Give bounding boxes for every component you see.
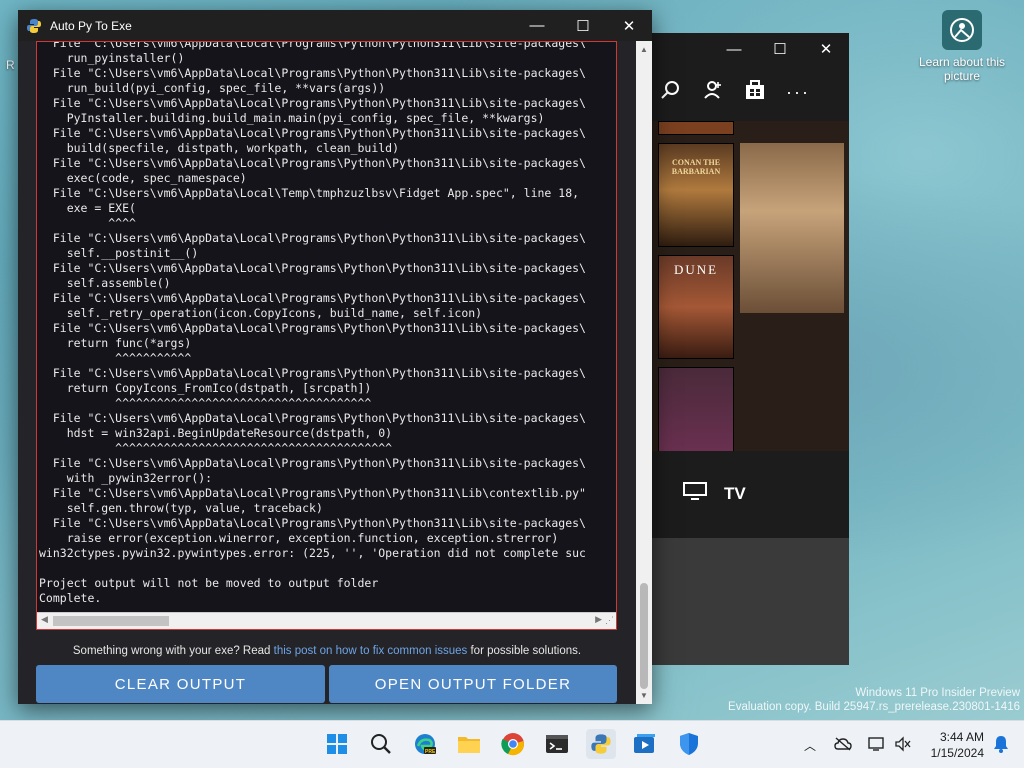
tv-search-icon[interactable] xyxy=(660,79,682,106)
window-title: Auto Py To Exe xyxy=(50,18,132,33)
start-icon[interactable] xyxy=(322,729,352,759)
tv-category-label: TV xyxy=(724,483,746,503)
show-poster-office[interactable] xyxy=(740,143,844,313)
terminal-icon[interactable] xyxy=(542,729,572,759)
movie-poster-bottom[interactable] xyxy=(658,367,734,451)
poster-title-dune: DUNE xyxy=(673,262,719,277)
taskbar-clock[interactable]: 3:44 AM 1/15/2024 xyxy=(931,729,984,761)
close-button[interactable]: ✕ xyxy=(606,10,652,41)
clock-time: 3:44 AM xyxy=(939,730,984,744)
movie-poster-dune[interactable]: DUNE xyxy=(658,255,734,359)
volume-muted-icon[interactable] xyxy=(894,735,912,755)
window-vertical-scrollbar[interactable]: ▲ ▼ xyxy=(636,41,652,704)
scroll-left-arrow-icon[interactable]: ◀ xyxy=(41,614,48,625)
console-horizontal-scrollbar[interactable]: ◀ ▶ ⋰ xyxy=(37,612,616,629)
tv-toolbar: ··· xyxy=(652,65,849,120)
clock-date: 1/15/2024 xyxy=(930,746,984,760)
open-output-folder-button[interactable]: OPEN OUTPUT FOLDER xyxy=(329,665,617,703)
python-app-icon xyxy=(27,18,41,33)
network-icon[interactable] xyxy=(868,736,886,755)
resize-grip-icon[interactable]: ⋰ xyxy=(605,615,614,626)
clear-output-button[interactable]: CLEAR OUTPUT xyxy=(36,665,325,703)
python-icon[interactable] xyxy=(586,729,616,759)
file-explorer-icon[interactable] xyxy=(454,729,484,759)
output-console[interactable]: File "C:\Users\vm6\AppData\Local\Program… xyxy=(36,41,617,630)
tv-monitor-icon xyxy=(682,481,708,506)
movie-poster-top[interactable] xyxy=(658,121,734,135)
notification-bell-icon[interactable] xyxy=(986,729,1016,759)
tv-window-titlebar[interactable]: — ☐ ✕ xyxy=(652,33,849,65)
taskbar: PRE ︿ 3:44 AM 1/15/2024 xyxy=(0,720,1024,768)
edge-icon[interactable]: PRE xyxy=(410,729,440,759)
scroll-right-arrow-icon[interactable]: ▶ xyxy=(595,614,602,625)
learn-about-picture-icon xyxy=(942,10,982,50)
horizontal-scroll-thumb[interactable] xyxy=(53,616,169,626)
system-tray: ︿ xyxy=(804,721,912,768)
fix-common-issues-link[interactable]: this post on how to fix common issues xyxy=(274,645,468,657)
watermark-line-1: Windows 11 Pro Insider Preview xyxy=(855,687,1020,699)
tv-category-row[interactable]: TV xyxy=(682,481,746,506)
learn-about-picture-shortcut[interactable]: Learn about this picture xyxy=(912,10,1012,83)
background-tv-window[interactable]: — ☐ ✕ ··· CONAN THE BARBARIAN DUNE TV xyxy=(652,33,849,665)
desktop-partial-label: R xyxy=(6,58,15,72)
help-suffix: for possible solutions. xyxy=(467,645,582,657)
cloud-offline-icon[interactable] xyxy=(834,736,852,754)
movie-poster-conan[interactable]: CONAN THE BARBARIAN xyxy=(658,143,734,247)
learn-about-picture-label: Learn about this picture xyxy=(918,55,1006,83)
search-icon[interactable] xyxy=(366,729,396,759)
scroll-up-arrow-icon[interactable]: ▲ xyxy=(640,45,648,54)
show-hidden-icons-chevron-icon[interactable]: ︿ xyxy=(804,737,816,754)
tv-maximize-button[interactable]: ☐ xyxy=(757,40,803,58)
tv-poster-area: CONAN THE BARBARIAN DUNE xyxy=(652,121,849,451)
windows-watermark: Windows 11 Pro Insider Preview Evaluatio… xyxy=(728,686,1020,714)
maximize-button[interactable]: ☐ xyxy=(560,10,606,41)
poster-title-conan: CONAN THE BARBARIAN xyxy=(671,158,721,176)
help-text: Something wrong with your exe? Read this… xyxy=(18,645,636,657)
window-content: File "C:\Users\vm6\AppData\Local\Program… xyxy=(18,41,636,704)
chrome-icon[interactable] xyxy=(498,729,528,759)
window-titlebar[interactable]: Auto Py To Exe — ☐ ✕ xyxy=(18,10,652,41)
defender-icon[interactable] xyxy=(674,729,704,759)
tv-store-icon[interactable] xyxy=(744,79,766,106)
tv-minimize-button[interactable]: — xyxy=(711,41,757,58)
minimize-button[interactable]: — xyxy=(514,10,560,41)
auto-py-to-exe-window[interactable]: Auto Py To Exe — ☐ ✕ File "C:\Users\vm6\… xyxy=(18,10,652,704)
tv-more-icon[interactable]: ··· xyxy=(786,82,810,103)
help-prefix: Something wrong with your exe? Read xyxy=(72,645,274,657)
tv-bottom-panel xyxy=(652,538,849,665)
watermark-line-2: Evaluation copy. Build 25947.rs_prerelea… xyxy=(728,701,1020,713)
scroll-down-arrow-icon[interactable]: ▼ xyxy=(640,691,648,700)
tv-account-icon[interactable] xyxy=(702,79,724,106)
svg-text:PRE: PRE xyxy=(425,749,436,755)
vertical-scroll-thumb[interactable] xyxy=(640,583,648,689)
media-player-icon[interactable] xyxy=(630,729,660,759)
console-output-text: File "C:\Users\vm6\AppData\Local\Program… xyxy=(39,41,586,605)
tv-close-button[interactable]: ✕ xyxy=(803,40,849,58)
